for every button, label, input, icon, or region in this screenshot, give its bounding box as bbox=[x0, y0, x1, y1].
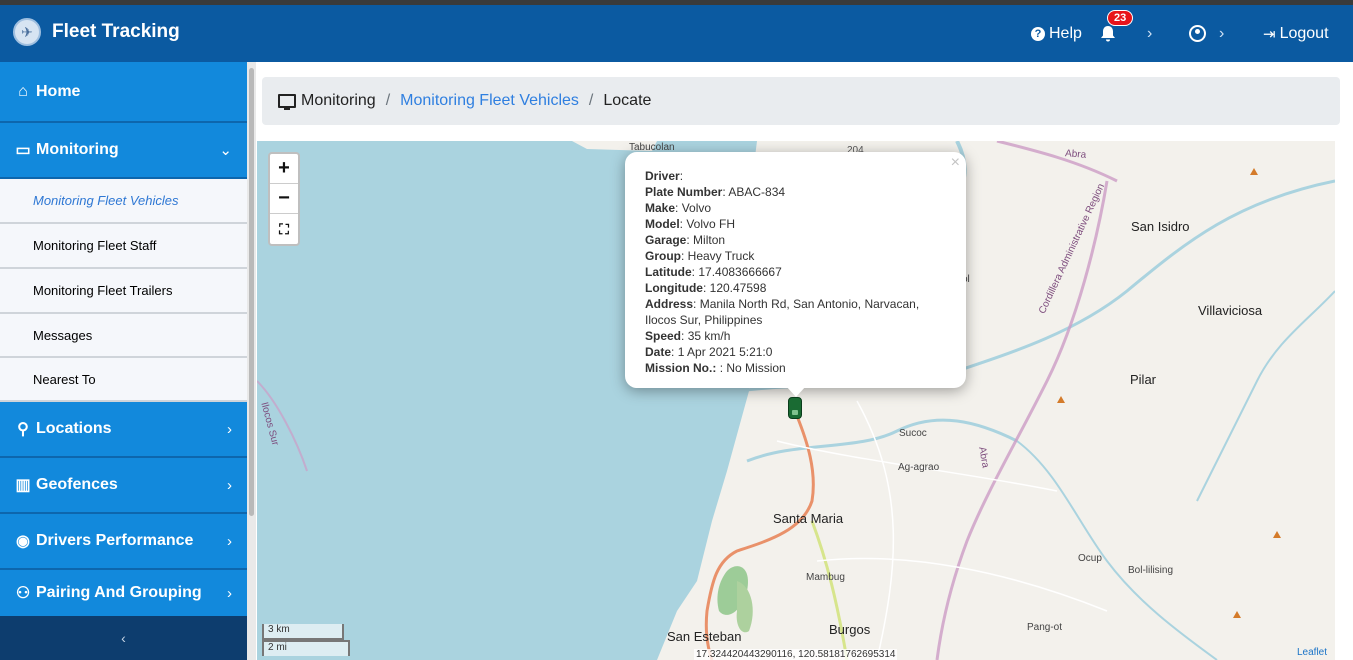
sidebar-item-label: Home bbox=[36, 82, 81, 100]
sidebar-item-drivers-performance[interactable]: ◉ Drivers Performance › bbox=[0, 514, 247, 570]
app-title: Fleet Tracking bbox=[52, 21, 180, 42]
popup-row-date: Date: 1 Apr 2021 5:21:0 bbox=[645, 345, 773, 359]
app-logo-icon: ✈ bbox=[13, 18, 41, 46]
map-place-label: Santa Maria bbox=[773, 511, 844, 526]
chevron-right-icon: › bbox=[227, 532, 232, 550]
sidebar-item-geofences[interactable]: ▥ Geofences › bbox=[0, 458, 247, 514]
map-river-label: Abra bbox=[1064, 148, 1087, 161]
home-icon: ⌂ bbox=[18, 82, 28, 100]
breadcrumb-item[interactable]: Monitoring bbox=[301, 92, 376, 110]
sidebar-item-label: Monitoring bbox=[36, 141, 119, 158]
help-label: Help bbox=[1049, 24, 1082, 42]
sidebar-item-home[interactable]: ⌂ Home bbox=[0, 62, 247, 123]
sidebar-subitem-fleet-trailers[interactable]: Monitoring Fleet Trailers bbox=[0, 269, 247, 314]
map-place-label: Mambug bbox=[806, 572, 845, 583]
question-circle-icon: ? bbox=[1031, 26, 1045, 41]
map-marker-icon: ⚲ bbox=[17, 421, 29, 438]
map-place-label: Burgos bbox=[829, 622, 871, 637]
breadcrumb-current: Locate bbox=[603, 92, 652, 109]
popup-row-longitude: Longitude: 120.47598 bbox=[645, 281, 767, 295]
popup-row-group: Group: Heavy Truck bbox=[645, 249, 755, 263]
sidebar-item-label: Drivers Performance bbox=[36, 532, 194, 549]
zoom-out-button[interactable]: − bbox=[270, 184, 298, 214]
map-place-label: San Esteban bbox=[667, 629, 742, 644]
sidebar-item-locations[interactable]: ⚲ Locations › bbox=[0, 402, 247, 458]
sidebar-collapse-button[interactable]: ‹ bbox=[0, 616, 247, 660]
zoom-in-button[interactable]: + bbox=[270, 154, 298, 184]
vehicle-marker-icon[interactable] bbox=[788, 397, 802, 419]
close-icon[interactable]: × bbox=[951, 155, 960, 171]
zoom-control: + − ⛶ bbox=[268, 152, 300, 246]
map-place-label: Villaviciosa bbox=[1198, 303, 1263, 318]
map-place-label: Pilar bbox=[1130, 372, 1157, 387]
driver-icon: ◉ bbox=[16, 533, 30, 550]
popup-tip bbox=[786, 386, 806, 397]
chevron-left-icon: ‹ bbox=[121, 630, 126, 646]
notifications-chevron-icon[interactable]: › bbox=[1147, 5, 1152, 62]
chevron-right-icon: › bbox=[227, 476, 232, 494]
breadcrumb: Monitoring / Monitoring Fleet Vehicles /… bbox=[262, 77, 1340, 125]
popup-row-model: Model: Volvo FH bbox=[645, 217, 736, 231]
map-place-label: Pang-ot bbox=[1027, 622, 1063, 633]
help-link[interactable]: ? Help bbox=[1031, 5, 1082, 62]
network-icon: ⚇ bbox=[15, 585, 31, 602]
breadcrumb-separator: / bbox=[588, 92, 594, 109]
attribution-link[interactable]: Leaflet bbox=[1297, 647, 1327, 658]
logout-button[interactable]: ⇥ Logout bbox=[1263, 5, 1329, 62]
user-chevron-icon[interactable]: › bbox=[1219, 5, 1224, 62]
sidebar-subitem-fleet-vehicles[interactable]: Monitoring Fleet Vehicles bbox=[0, 179, 247, 224]
logout-label: Logout bbox=[1279, 24, 1329, 42]
vehicle-info-popup: × Driver: Plate Number: ABAC-834 Make: V… bbox=[625, 152, 966, 388]
map-place-label: Sucoc bbox=[899, 428, 927, 439]
popup-row-make: Make: Volvo bbox=[645, 201, 712, 215]
popup-row-plate: Plate Number: ABAC-834 bbox=[645, 185, 786, 199]
cursor-coordinates: 17.324420443290116, 120.58181762695314 bbox=[694, 649, 898, 660]
breadcrumb-separator: / bbox=[385, 92, 391, 109]
sidebar-subitem-messages[interactable]: Messages bbox=[0, 314, 247, 358]
desktop-icon bbox=[278, 94, 296, 110]
monitor-icon: ▭ bbox=[15, 142, 31, 159]
sidebar-item-pairing-grouping[interactable]: ⚇ Pairing And Grouping › bbox=[0, 570, 247, 616]
map-icon: ▥ bbox=[15, 477, 31, 494]
popup-row-latitude: Latitude: 17.4083666667 bbox=[645, 265, 782, 279]
bell-icon bbox=[1099, 25, 1117, 43]
chevron-right-icon: › bbox=[227, 420, 232, 438]
map-view[interactable]: + − ⛶ Tabucolan 204 Abra San Isidro ol C… bbox=[257, 141, 1335, 660]
sidebar-subitem-nearest-to[interactable]: Nearest To bbox=[0, 358, 247, 402]
popup-row-address: Address: Manila North Rd, San Antonio, N… bbox=[645, 297, 920, 327]
user-menu-button[interactable] bbox=[1189, 5, 1206, 62]
map-place-label: San Isidro bbox=[1131, 219, 1190, 234]
sidebar-item-label: Locations bbox=[36, 420, 112, 437]
map-place-label: Bol-lilising bbox=[1128, 565, 1174, 576]
top-navbar: ✈ Fleet Tracking ? Help › › ⇥ Logout bbox=[0, 5, 1353, 62]
scale-bar-mi: 2 mi bbox=[262, 640, 350, 656]
brand[interactable]: ✈ Fleet Tracking bbox=[13, 18, 180, 46]
fullscreen-icon[interactable]: ⛶ bbox=[270, 214, 298, 244]
sign-out-icon: ⇥ bbox=[1263, 25, 1276, 43]
popup-row-driver: Driver: bbox=[645, 169, 684, 183]
popup-row-garage: Garage: Milton bbox=[645, 233, 726, 247]
sidebar-scroll-thumb[interactable] bbox=[249, 68, 254, 516]
sidebar-item-label: Geofences bbox=[36, 476, 118, 493]
map-place-label: Ocup bbox=[1078, 553, 1102, 564]
popup-row-speed: Speed: 35 km/h bbox=[645, 329, 731, 343]
notification-badge: 23 bbox=[1107, 10, 1134, 26]
scale-bar-km: 3 km bbox=[262, 624, 344, 640]
chevron-right-icon: › bbox=[227, 584, 232, 602]
user-circle-icon bbox=[1189, 25, 1206, 42]
breadcrumb-link[interactable]: Monitoring Fleet Vehicles bbox=[400, 92, 579, 110]
sidebar-item-monitoring[interactable]: ▭ Monitoring ⌄ bbox=[0, 123, 247, 179]
map-place-label: Ag-agrao bbox=[898, 462, 940, 473]
chevron-down-icon: ⌄ bbox=[219, 142, 232, 159]
popup-row-mission: Mission No.: : No Mission bbox=[645, 361, 786, 375]
sidebar-subitem-fleet-staff[interactable]: Monitoring Fleet Staff bbox=[0, 224, 247, 269]
sidebar-item-label: Pairing And Grouping bbox=[36, 584, 202, 601]
